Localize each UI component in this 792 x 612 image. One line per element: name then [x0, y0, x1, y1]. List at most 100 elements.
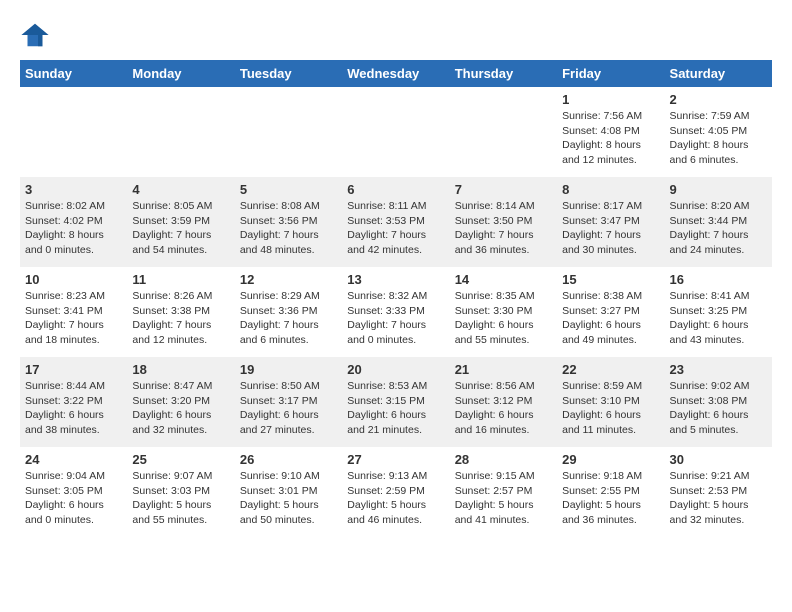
- calendar-cell: 18 Sunrise: 8:47 AM Sunset: 3:20 PM Dayli…: [127, 357, 234, 447]
- weekday-header: Saturday: [665, 60, 772, 87]
- calendar-cell: 1 Sunrise: 7:56 AM Sunset: 4:08 PM Daylig…: [557, 87, 664, 177]
- cell-content: Sunrise: 8:32 AM Sunset: 3:33 PM Dayligh…: [347, 290, 427, 346]
- weekday-header: Wednesday: [342, 60, 449, 87]
- calendar-cell: 28 Sunrise: 9:15 AM Sunset: 2:57 PM Dayli…: [450, 447, 557, 537]
- calendar-cell: 20 Sunrise: 8:53 AM Sunset: 3:15 PM Dayli…: [342, 357, 449, 447]
- calendar-cell: 11 Sunrise: 8:26 AM Sunset: 3:38 PM Dayli…: [127, 267, 234, 357]
- calendar-cell: 3 Sunrise: 8:02 AM Sunset: 4:02 PM Daylig…: [20, 177, 127, 267]
- calendar-header: SundayMondayTuesdayWednesdayThursdayFrid…: [20, 60, 772, 87]
- day-number: 15: [562, 272, 659, 287]
- cell-content: Sunrise: 8:38 AM Sunset: 3:27 PM Dayligh…: [562, 290, 642, 346]
- day-number: 12: [240, 272, 337, 287]
- calendar-body: 1 Sunrise: 7:56 AM Sunset: 4:08 PM Daylig…: [20, 87, 772, 537]
- day-number: 9: [670, 182, 767, 197]
- calendar-table: SundayMondayTuesdayWednesdayThursdayFrid…: [20, 60, 772, 537]
- calendar-cell: 17 Sunrise: 8:44 AM Sunset: 3:22 PM Dayli…: [20, 357, 127, 447]
- day-number: 7: [455, 182, 552, 197]
- calendar-cell: 8 Sunrise: 8:17 AM Sunset: 3:47 PM Daylig…: [557, 177, 664, 267]
- day-number: 4: [132, 182, 229, 197]
- cell-content: Sunrise: 8:44 AM Sunset: 3:22 PM Dayligh…: [25, 380, 105, 436]
- day-number: 6: [347, 182, 444, 197]
- calendar-cell: 2 Sunrise: 7:59 AM Sunset: 4:05 PM Daylig…: [665, 87, 772, 177]
- calendar-cell: 21Sunrise: 8:56 AM Sunset: 3:12 PM Dayli…: [450, 357, 557, 447]
- cell-content: Sunrise: 8:05 AM Sunset: 3:59 PM Dayligh…: [132, 200, 212, 256]
- day-number: 14: [455, 272, 552, 287]
- cell-content: Sunrise: 8:47 AM Sunset: 3:20 PM Dayligh…: [132, 380, 212, 436]
- logo: [20, 20, 54, 50]
- cell-content: Sunrise: 7:59 AM Sunset: 4:05 PM Dayligh…: [670, 110, 750, 166]
- calendar-cell: 6Sunrise: 8:11 AM Sunset: 3:53 PM Daylig…: [342, 177, 449, 267]
- calendar-cell: 10Sunrise: 8:23 AM Sunset: 3:41 PM Dayli…: [20, 267, 127, 357]
- calendar-cell: [235, 87, 342, 177]
- day-number: 13: [347, 272, 444, 287]
- day-number: 3: [25, 182, 122, 197]
- calendar-cell: [127, 87, 234, 177]
- calendar-cell: 19 Sunrise: 8:50 AM Sunset: 3:17 PM Dayli…: [235, 357, 342, 447]
- calendar-cell: 14 Sunrise: 8:35 AM Sunset: 3:30 PM Dayli…: [450, 267, 557, 357]
- cell-content: Sunrise: 8:50 AM Sunset: 3:17 PM Dayligh…: [240, 380, 320, 436]
- day-number: 17: [25, 362, 122, 377]
- calendar-cell: [342, 87, 449, 177]
- day-number: 29: [562, 452, 659, 467]
- cell-content: Sunrise: 8:02 AM Sunset: 4:02 PM Dayligh…: [25, 200, 105, 256]
- day-number: 22: [562, 362, 659, 377]
- cell-content: Sunrise: 7:56 AM Sunset: 4:08 PM Dayligh…: [562, 110, 642, 166]
- cell-content: Sunrise: 8:53 AM Sunset: 3:15 PM Dayligh…: [347, 380, 427, 436]
- calendar-cell: 30 Sunrise: 9:21 AM Sunset: 2:53 PM Dayli…: [665, 447, 772, 537]
- weekday-header-row: SundayMondayTuesdayWednesdayThursdayFrid…: [20, 60, 772, 87]
- day-number: 1: [562, 92, 659, 107]
- calendar-cell: 15 Sunrise: 8:38 AM Sunset: 3:27 PM Dayli…: [557, 267, 664, 357]
- cell-content: Sunrise: 8:20 AM Sunset: 3:44 PM Dayligh…: [670, 200, 750, 256]
- cell-content: Sunrise: 9:18 AM Sunset: 2:55 PM Dayligh…: [562, 470, 642, 526]
- day-number: 8: [562, 182, 659, 197]
- cell-content: Sunrise: 8:29 AM Sunset: 3:36 PM Dayligh…: [240, 290, 320, 346]
- day-number: 27: [347, 452, 444, 467]
- calendar-cell: [450, 87, 557, 177]
- day-number: 18: [132, 362, 229, 377]
- cell-content: Sunrise: 9:15 AM Sunset: 2:57 PM Dayligh…: [455, 470, 535, 526]
- cell-content: Sunrise: 8:41 AM Sunset: 3:25 PM Dayligh…: [670, 290, 750, 346]
- cell-content: Sunrise: 8:59 AM Sunset: 3:10 PM Dayligh…: [562, 380, 642, 436]
- cell-content: Sunrise: 8:35 AM Sunset: 3:30 PM Dayligh…: [455, 290, 535, 346]
- day-number: 30: [670, 452, 767, 467]
- calendar-cell: 27Sunrise: 9:13 AM Sunset: 2:59 PM Dayli…: [342, 447, 449, 537]
- calendar-week-row: 3 Sunrise: 8:02 AM Sunset: 4:02 PM Daylig…: [20, 177, 772, 267]
- calendar-week-row: 1 Sunrise: 7:56 AM Sunset: 4:08 PM Daylig…: [20, 87, 772, 177]
- calendar-cell: 16Sunrise: 8:41 AM Sunset: 3:25 PM Dayli…: [665, 267, 772, 357]
- day-number: 24: [25, 452, 122, 467]
- weekday-header: Thursday: [450, 60, 557, 87]
- day-number: 10: [25, 272, 122, 287]
- calendar-cell: 23Sunrise: 9:02 AM Sunset: 3:08 PM Dayli…: [665, 357, 772, 447]
- calendar-week-row: 10Sunrise: 8:23 AM Sunset: 3:41 PM Dayli…: [20, 267, 772, 357]
- day-number: 26: [240, 452, 337, 467]
- calendar-cell: 24 Sunrise: 9:04 AM Sunset: 3:05 PM Dayli…: [20, 447, 127, 537]
- day-number: 11: [132, 272, 229, 287]
- calendar-cell: 12 Sunrise: 8:29 AM Sunset: 3:36 PM Dayli…: [235, 267, 342, 357]
- cell-content: Sunrise: 8:17 AM Sunset: 3:47 PM Dayligh…: [562, 200, 642, 256]
- day-number: 20: [347, 362, 444, 377]
- calendar-cell: [20, 87, 127, 177]
- calendar-week-row: 17 Sunrise: 8:44 AM Sunset: 3:22 PM Dayli…: [20, 357, 772, 447]
- day-number: 25: [132, 452, 229, 467]
- cell-content: Sunrise: 8:14 AM Sunset: 3:50 PM Dayligh…: [455, 200, 535, 256]
- header: [20, 20, 772, 50]
- weekday-header: Monday: [127, 60, 234, 87]
- weekday-header: Sunday: [20, 60, 127, 87]
- calendar-cell: 4 Sunrise: 8:05 AM Sunset: 3:59 PM Daylig…: [127, 177, 234, 267]
- calendar-cell: 5Sunrise: 8:08 AM Sunset: 3:56 PM Daylig…: [235, 177, 342, 267]
- weekday-header: Friday: [557, 60, 664, 87]
- day-number: 19: [240, 362, 337, 377]
- calendar-cell: 26 Sunrise: 9:10 AM Sunset: 3:01 PM Dayli…: [235, 447, 342, 537]
- calendar-cell: 7 Sunrise: 8:14 AM Sunset: 3:50 PM Daylig…: [450, 177, 557, 267]
- cell-content: Sunrise: 9:04 AM Sunset: 3:05 PM Dayligh…: [25, 470, 105, 526]
- calendar-week-row: 24 Sunrise: 9:04 AM Sunset: 3:05 PM Dayli…: [20, 447, 772, 537]
- cell-content: Sunrise: 9:10 AM Sunset: 3:01 PM Dayligh…: [240, 470, 320, 526]
- cell-content: Sunrise: 9:21 AM Sunset: 2:53 PM Dayligh…: [670, 470, 750, 526]
- cell-content: Sunrise: 8:26 AM Sunset: 3:38 PM Dayligh…: [132, 290, 212, 346]
- day-number: 2: [670, 92, 767, 107]
- day-number: 28: [455, 452, 552, 467]
- calendar-cell: 22 Sunrise: 8:59 AM Sunset: 3:10 PM Dayli…: [557, 357, 664, 447]
- weekday-header: Tuesday: [235, 60, 342, 87]
- calendar-cell: 13 Sunrise: 8:32 AM Sunset: 3:33 PM Dayli…: [342, 267, 449, 357]
- cell-content: Sunrise: 8:56 AM Sunset: 3:12 PM Dayligh…: [455, 380, 535, 436]
